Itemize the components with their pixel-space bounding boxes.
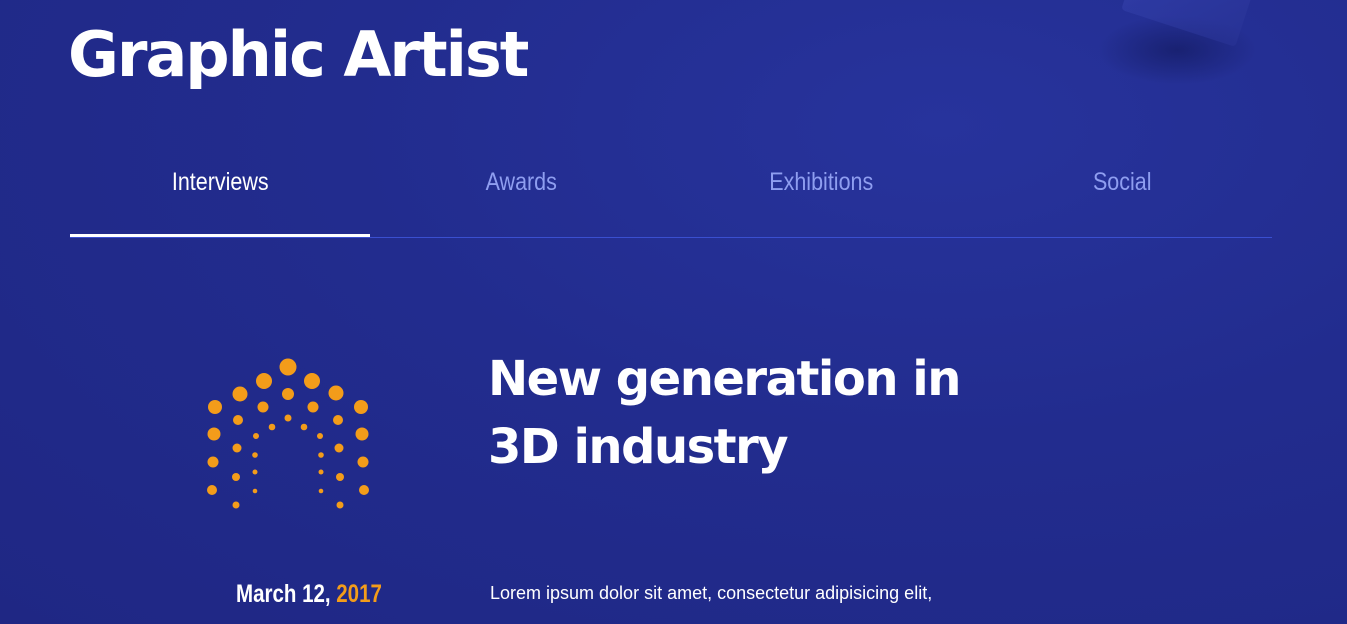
active-tab-indicator: [70, 234, 370, 237]
page-title: Graphic Artist: [68, 18, 529, 91]
date-day: March 12,: [236, 580, 331, 608]
article-title: New generation in 3D industry: [488, 345, 1008, 481]
article-title-line-2: 3D industry: [488, 419, 789, 475]
article-title-line-1: New generation in: [488, 351, 961, 407]
tab-awards[interactable]: Awards: [392, 150, 650, 214]
article-excerpt: Lorem ipsum dolor sit amet, consectetur …: [490, 583, 933, 603]
dotted-arch-logo-icon: [207, 358, 369, 509]
tab-exhibitions[interactable]: Exhibitions: [692, 150, 950, 214]
date-year: 2017: [336, 580, 382, 608]
tab-bar: Interviews Awards Exhibitions Social: [70, 150, 1272, 238]
tab-interviews[interactable]: Interviews: [91, 150, 349, 214]
tab-social[interactable]: Social: [993, 150, 1251, 214]
article-date: March 12, 2017: [236, 580, 382, 609]
